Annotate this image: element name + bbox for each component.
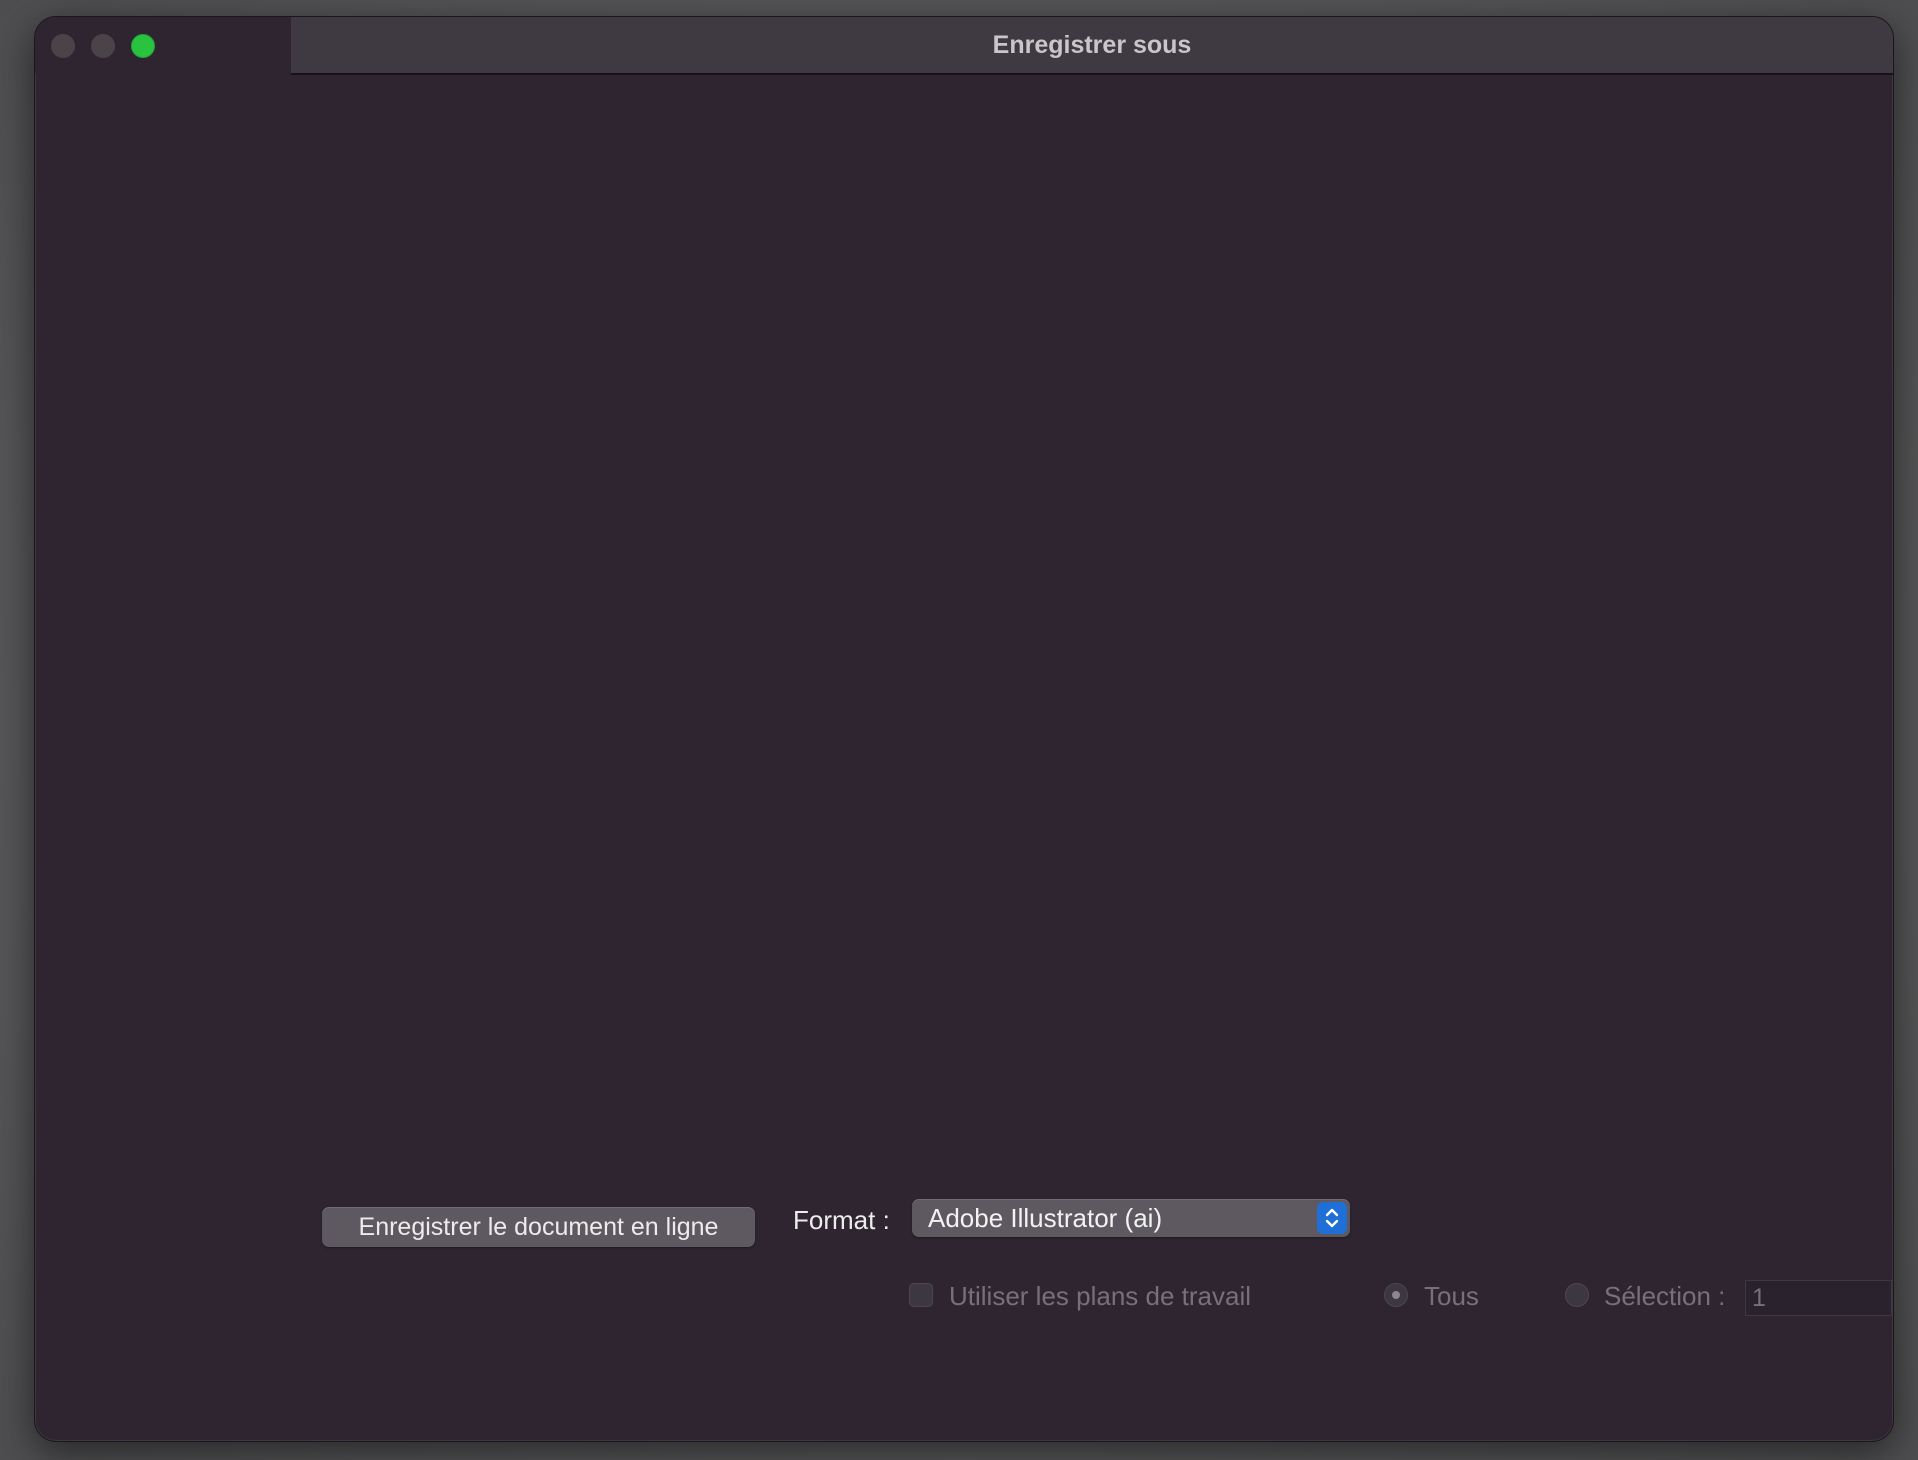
radio-all-label: Tous: [1424, 1281, 1479, 1311]
save-as-dialog: Enregistrer sous Enregistrer le document…: [34, 16, 1894, 1442]
use-artboards-label: Utiliser les plans de travail: [949, 1281, 1252, 1311]
chevron-up-down-icon: [1325, 1208, 1339, 1228]
window-title: Enregistrer sous: [992, 31, 1192, 59]
format-select[interactable]: Adobe Illustrator (ai): [912, 1199, 1350, 1237]
title-bar: Enregistrer sous: [291, 17, 1893, 75]
save-online-button[interactable]: Enregistrer le document en ligne: [322, 1207, 755, 1247]
desktop: Enregistrer sous Enregistrer le document…: [0, 0, 1918, 1460]
radio-selection-label: Sélection :: [1604, 1281, 1726, 1311]
use-artboards-checkbox[interactable]: [909, 1283, 933, 1307]
zoom-window-button[interactable]: [131, 34, 155, 58]
select-stepper: [1317, 1202, 1347, 1234]
radio-all-dot: [1392, 1291, 1400, 1299]
radio-all[interactable]: [1384, 1283, 1408, 1307]
format-selected-value: Adobe Illustrator (ai): [928, 1203, 1163, 1233]
close-window-button[interactable]: [51, 34, 75, 58]
selection-range-input[interactable]: [1745, 1280, 1892, 1316]
format-label: Format :: [793, 1205, 890, 1235]
minimize-window-button[interactable]: [91, 34, 115, 58]
radio-selection[interactable]: [1565, 1283, 1589, 1307]
